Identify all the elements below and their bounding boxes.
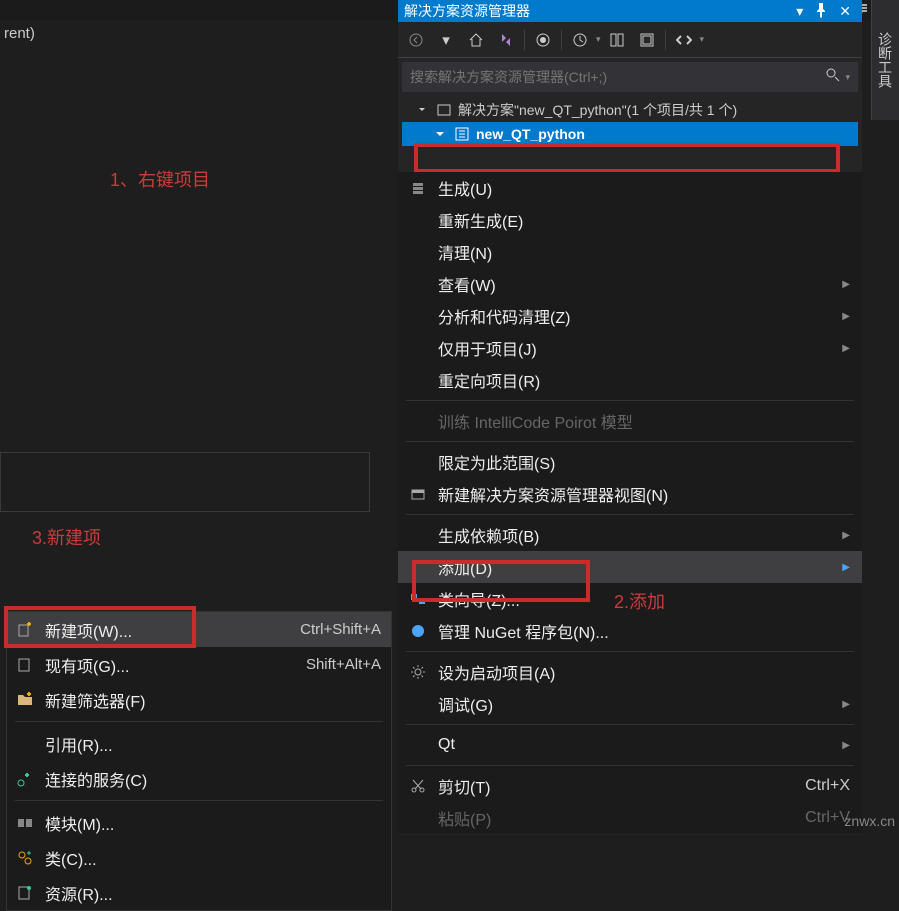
collapse-icon[interactable] [633,26,661,54]
ctx-clean[interactable]: 清理(N) [398,236,862,268]
ctx-scope[interactable]: 限定为此范围(S) [398,446,862,478]
search-icon[interactable] [825,67,841,87]
resource-icon [17,884,45,902]
ctx-build[interactable]: 生成(U) [398,172,862,204]
back-icon[interactable] [402,26,430,54]
menu-resource[interactable]: 资源(R)... [7,875,391,910]
ctx-paste: 粘贴(P)Ctrl+V [398,802,862,834]
existing-item-icon [17,656,45,674]
forward-icon[interactable]: ▾ [432,26,460,54]
menu-new-filter[interactable]: 新建筛选器(F) [7,682,391,717]
watermark: znwx.cn [844,813,895,829]
ctx-qt[interactable]: Qt▶ [398,729,862,761]
solution-node[interactable]: 解决方案"new_QT_python"(1 个项目/共 1 个) [402,98,858,122]
sync-icon[interactable] [603,26,631,54]
ctx-intellicode: 训练 IntelliCode Poirot 模型 [398,405,862,437]
diagnostic-tools-tab[interactable]: 诊断工具 [871,0,899,120]
search-input[interactable] [410,69,825,85]
pin-icon[interactable] [808,2,834,21]
newview-icon [410,486,438,502]
ctx-analyze[interactable]: 分析和代码清理(Z)▶ [398,300,862,332]
highlight-box-3 [4,606,196,648]
ctx-rebuild[interactable]: 重新生成(E) [398,204,862,236]
switch-view-icon[interactable] [492,26,520,54]
nuget-icon [410,623,438,639]
menu-existing-item[interactable]: 现有项(G)... Shift+Alt+A [7,647,391,682]
highlight-box-1 [414,143,840,173]
ctx-debug[interactable]: 调试(G)▶ [398,688,862,720]
filter-icon[interactable] [529,26,557,54]
ctx-cut[interactable]: 剪切(T)Ctrl+X [398,770,862,802]
panel-titlebar: 解决方案资源管理器 ▾ ✕ [398,0,862,22]
home-icon[interactable] [462,26,490,54]
ctx-view[interactable]: 查看(W)▶ [398,268,862,300]
ctx-retarget[interactable]: 重定向项目(R) [398,364,862,396]
context-label: rent) [4,25,35,42]
ctx-nuget[interactable]: 管理 NuGet 程序包(N)... [398,615,862,647]
dropdown-icon[interactable]: ▾ [791,3,808,20]
annotation-2: 2.添加 [614,588,665,614]
folder-icon [17,691,45,709]
ctx-build-deps[interactable]: 生成依赖项(B)▶ [398,519,862,551]
annotation-3: 3.新建项 [32,524,101,550]
add-submenu: 新建项(W)... Ctrl+Shift+A 现有项(G)... Shift+A… [6,611,392,911]
project-context-menu: 生成(U) 重新生成(E) 清理(N) 查看(W)▶ 分析和代码清理(Z)▶ 仅… [398,172,862,834]
menu-shortcut: Ctrl+Shift+A [300,621,381,638]
menu-reference[interactable]: 引用(R)... [7,726,391,761]
ctx-startup[interactable]: 设为启动项目(A) [398,656,862,688]
class-icon [17,849,45,867]
ctx-new-view[interactable]: 新建解决方案资源管理器视图(N) [398,478,862,510]
service-icon [17,770,45,788]
menu-class[interactable]: 类(C)... [7,840,391,875]
cut-icon [410,778,438,794]
module-icon [17,814,45,832]
gear-icon [410,664,438,680]
search-bar: ▾ [402,62,858,92]
close-icon[interactable]: ✕ [834,3,856,20]
ctx-project-only[interactable]: 仅用于项目(J)▶ [398,332,862,364]
build-icon [410,180,438,196]
panel-title: 解决方案资源管理器 [404,1,530,21]
panel-toolbar: ▾ ▾ ▾ [398,22,862,58]
highlight-box-2 [412,560,590,602]
annotation-1: 1、右键项目 [110,166,210,192]
history-icon[interactable] [566,26,594,54]
code-icon[interactable] [670,26,698,54]
menu-connected-service[interactable]: 连接的服务(C) [7,761,391,796]
